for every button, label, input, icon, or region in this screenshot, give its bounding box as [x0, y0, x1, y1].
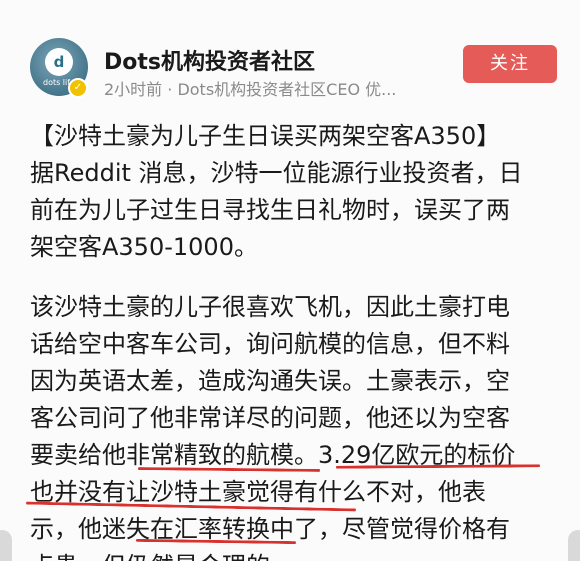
- author-name[interactable]: Dots机构投资者社区: [104, 44, 315, 76]
- post-line-6: 话给空中客车公司，询问航模的信息，但不料: [30, 330, 510, 358]
- post-line-11: 示，他迷失在汇率转换中了，尽管觉得价格有: [30, 515, 510, 543]
- post-meta: 2小时前 · Dots机构投资者社区CEO 优...: [104, 80, 397, 99]
- verified-badge-icon: ✓: [68, 78, 88, 98]
- post-line-2: 据Reddit 消息，沙特一位能源行业投资者，日: [30, 159, 523, 187]
- post-line-7: 因为英语太差，造成沟通失误。土豪表示，空: [30, 367, 510, 395]
- dots-logo-icon: d: [45, 48, 73, 76]
- post-line-1: 【沙特土豪为儿子生日误买两架空客A350】: [30, 122, 501, 150]
- scroll-edge-right: [568, 530, 580, 561]
- post-line-12: 点贵，但仍然是合理的。: [30, 548, 570, 561]
- post-line-8: 客公司问了他非常详尽的问题，他还以为空客: [30, 404, 510, 432]
- post-screenshot: d dots life ✓ Dots机构投资者社区 2小时前 · Dots机构投…: [0, 0, 580, 561]
- scroll-edge-left: [0, 530, 12, 561]
- post-line-5: 该沙特土豪的儿子很喜欢飞机，因此土豪打电: [30, 293, 510, 321]
- post-line-4: 架空客A350-1000。: [30, 233, 258, 261]
- post-header: d dots life ✓ Dots机构投资者社区 2小时前 · Dots机构投…: [0, 0, 580, 110]
- post-line-3: 前在为儿子过生日寻找生日礼物时，误买了两: [30, 196, 510, 224]
- follow-button[interactable]: 关注: [463, 45, 557, 83]
